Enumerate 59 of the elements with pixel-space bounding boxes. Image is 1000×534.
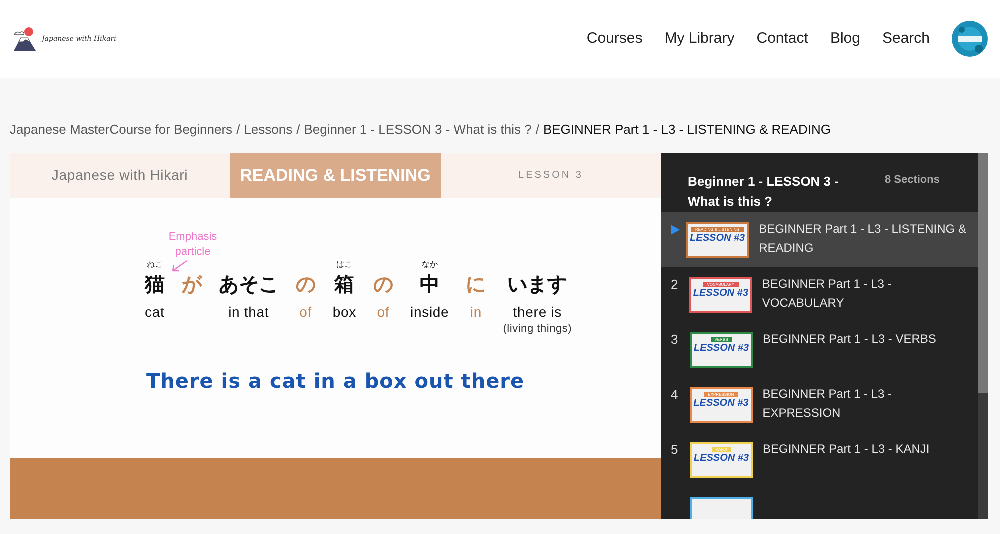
japanese-word: に [466,271,486,297]
video-banner-title: READING & LISTENING [230,153,441,198]
section-count: 8 Sections [884,173,940,187]
sidebar-title: Beginner 1 - LESSON 3 - What is this ? [688,173,840,211]
gloss-text: in [470,303,482,321]
gloss-text: in that [228,303,270,321]
gloss-note: (living things) [503,322,572,337]
video-brand-text: Japanese with Hikari [50,166,190,185]
breadcrumb-current: BEGINNER Part 1 - L3 - LISTENING & READING [543,121,831,140]
japanese-word: の [374,271,394,297]
lesson-title: BEGINNER Part 1 - L3 - LISTENING & READING [759,221,968,257]
japanese-word: が [182,271,202,297]
breadcrumb-separator: / [296,121,300,140]
gloss-text: there is [513,303,562,321]
arrow-icon [170,260,188,274]
breadcrumb-link[interactable]: Beginner 1 - LESSON 3 - What is this ? [304,120,532,140]
thumbnail-text: LESSON #3 [693,287,748,301]
japanese-word: います [508,271,568,297]
scrollbar-thumb[interactable] [978,153,988,393]
mountain-logo-icon[interactable] [12,26,38,52]
japanese-word: の [296,271,316,297]
gloss-text: of [300,303,312,321]
furigana-text: ねこ [146,259,163,271]
breadcrumb-link[interactable]: Japanese MasterCourse for Beginners [10,120,233,140]
translation-text: There is a cat in a box out there [146,368,525,394]
breadcrumb-separator: / [536,121,540,140]
item-number: 2 [671,276,678,294]
thumbnail-text: LESSON #3 [694,452,750,466]
gloss-text: inside [410,303,450,321]
japanese-word: あそこ [218,271,279,297]
furigana-text: なか [422,259,438,271]
lesson-title: BEGINNER Part 1 - L3 - KANJI [763,441,930,458]
thumbnail-text: LESSON #3 [694,342,750,356]
nav-link[interactable]: Contact [756,28,808,50]
japanese-word: 猫 [144,271,165,297]
gloss-text: box [332,303,356,321]
play-icon [671,225,680,235]
nav-link[interactable]: Courses [586,28,643,50]
japanese-word: 箱 [334,271,355,297]
nav-link[interactable]: Blog [830,28,860,50]
thumbnail-text: LESSON #3 [690,232,746,246]
breadcrumb-separator: / [236,121,240,140]
avatar[interactable] [952,21,988,57]
annotation-text: Emphasis particle [168,230,218,260]
furigana-text: はこ [336,259,353,271]
video-lesson-label: LESSON 3 [518,169,584,183]
thumbnail-text: LESSON #3 [694,397,749,411]
nav-link[interactable]: My Library [664,28,735,50]
item-number: 4 [671,386,678,404]
lesson-title: BEGINNER Part 1 - L3 - EXPRESSION [762,386,894,422]
breadcrumb-link[interactable]: Lessons [244,120,293,140]
lesson-title: BEGINNER Part 1 - L3 - VOCABULARY [762,276,893,312]
gloss-text: cat [145,303,165,321]
japanese-word: 中 [420,271,440,297]
lesson-title: BEGINNER Part 1 - L3 - VERBS [763,331,936,348]
nav-link[interactable]: Search [882,28,930,50]
gloss-text: of [377,303,390,321]
item-number: 3 [671,331,678,350]
item-number: 5 [671,441,678,460]
